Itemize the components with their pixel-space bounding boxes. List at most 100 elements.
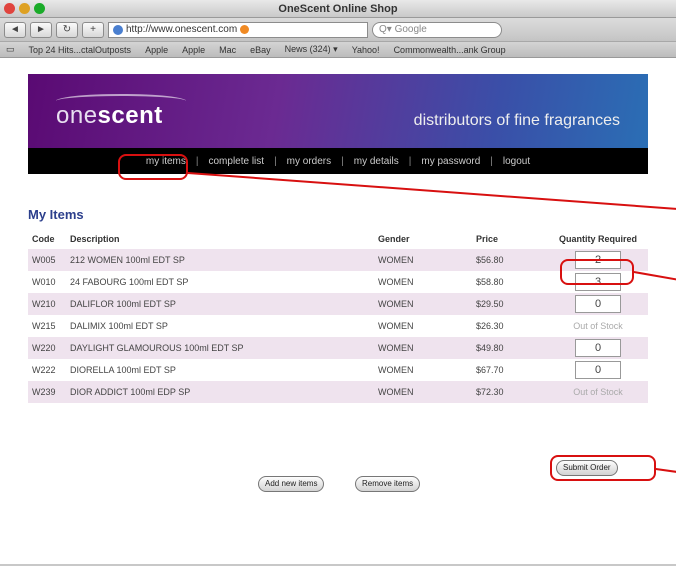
cell-gender: WOMEN — [378, 321, 414, 331]
table-row: W215 DALIMIX 100ml EDT SP WOMEN $26.30 O… — [28, 315, 648, 337]
column-header-code: Code — [32, 234, 55, 244]
page-content: onescent distributors of fine fragrances… — [0, 59, 676, 566]
cell-description: 24 FABOURG 100ml EDT SP — [70, 277, 189, 287]
quantity-input[interactable]: 3 — [575, 273, 621, 291]
bookmark-item[interactable]: Top 24 Hits...ctalOutposts — [29, 45, 132, 55]
cell-gender: WOMEN — [374, 381, 472, 403]
quantity-input[interactable]: 2 — [575, 251, 621, 269]
table-row: W005 212 WOMEN 100ml EDT SP WOMEN $56.80… — [28, 249, 648, 271]
cell-price: $67.70 — [476, 365, 504, 375]
close-button[interactable] — [4, 3, 15, 14]
out-of-stock-label: Out of Stock — [573, 321, 623, 331]
back-button[interactable]: ◄ — [4, 21, 26, 38]
cell-code: W239 — [28, 381, 66, 403]
cell-code: W215 — [32, 321, 56, 331]
quantity-input[interactable]: 0 — [575, 361, 621, 379]
cell-gender: WOMEN — [378, 277, 414, 287]
column-header-description: Description — [70, 234, 120, 244]
nav-separator: | — [408, 155, 412, 167]
browser-window: OneScent Online Shop ◄ ► ↻ + http://www.… — [0, 0, 676, 566]
logo-text-scent: scent — [97, 102, 163, 129]
cell-code: W222 — [32, 365, 56, 375]
site-logo[interactable]: onescent — [56, 102, 163, 130]
callout-line-nav — [187, 172, 676, 211]
cell-price: $29.50 — [472, 293, 544, 315]
table-row: W210 DALIFLOR 100ml EDT SP WOMEN $29.50 … — [28, 293, 648, 315]
reload-button[interactable]: ↻ — [56, 21, 78, 38]
forward-button[interactable]: ► — [30, 21, 52, 38]
nav-my-orders[interactable]: my orders — [287, 156, 331, 167]
bookmark-item[interactable]: Apple — [145, 45, 168, 55]
nav-separator: | — [490, 155, 493, 167]
rss-icon[interactable] — [240, 25, 250, 34]
cell-price: $58.80 — [476, 277, 504, 287]
bookmark-item[interactable]: Commonwealth...ank Group — [394, 45, 506, 55]
window-controls — [4, 3, 45, 14]
cell-price: $26.30 — [476, 321, 504, 331]
bookmarks-icon[interactable]: ▭ — [6, 44, 15, 55]
nav-separator: | — [341, 155, 344, 167]
cell-price: $49.80 — [472, 337, 544, 359]
cell-code: W010 — [32, 277, 56, 287]
remove-items-button[interactable]: Remove items — [355, 476, 421, 492]
nav-my-password[interactable]: my password — [421, 156, 480, 167]
bookmarks-bar: ▭ Top 24 Hits...ctalOutposts Apple Apple… — [0, 42, 676, 58]
quantity-input[interactable]: 0 — [575, 339, 621, 357]
main-nav: my items | complete list | my orders | m… — [28, 148, 648, 174]
search-field[interactable]: Q▾ Google — [372, 21, 502, 38]
cell-description: 212 WOMEN 100ml EDT SP — [66, 249, 374, 271]
cell-gender: WOMEN — [374, 337, 472, 359]
bookmark-item[interactable]: Mac — [219, 45, 236, 55]
page-title: My Items — [28, 207, 84, 222]
table-row: W222 DIORELLA 100ml EDT SP WOMEN $67.70 … — [28, 359, 648, 381]
globe-icon — [113, 24, 123, 35]
nav-separator: | — [274, 155, 277, 167]
search-placeholder: Google — [394, 23, 427, 35]
cell-description: DIOR ADDICT 100ml EDP SP — [66, 381, 374, 403]
quantity-input[interactable]: 0 — [575, 295, 621, 313]
add-bookmark-button[interactable]: + — [82, 21, 104, 38]
table-row: W010 24 FABOURG 100ml EDT SP WOMEN $58.8… — [28, 271, 648, 293]
nav-my-items[interactable]: my items — [146, 156, 186, 167]
cell-gender: WOMEN — [374, 249, 472, 271]
tagline: distributors of fine fragrances — [413, 112, 620, 129]
bookmark-item[interactable]: eBay — [250, 45, 271, 55]
cell-code: W210 — [28, 293, 66, 315]
table-row: W239 DIOR ADDICT 100ml EDP SP WOMEN $72.… — [28, 381, 648, 403]
callout-line-submit — [655, 468, 676, 475]
submit-order-button[interactable]: Submit Order — [556, 460, 618, 476]
cell-gender: WOMEN — [378, 365, 414, 375]
zoom-button[interactable] — [34, 3, 45, 14]
column-header-gender: Gender — [378, 234, 410, 244]
out-of-stock-label: Out of Stock — [573, 387, 623, 397]
table-row: W220 DAYLIGHT GLAMOUROUS 100ml EDT SP WO… — [28, 337, 648, 359]
window-title: OneScent Online Shop — [278, 3, 398, 15]
search-icon: Q▾ — [379, 23, 395, 35]
nav-complete-list[interactable]: complete list — [208, 156, 264, 167]
cell-price: $72.30 — [472, 381, 544, 403]
cell-code: W220 — [28, 337, 66, 359]
add-new-items-button[interactable]: Add new items — [258, 476, 325, 492]
cell-description: DALIFLOR 100ml EDT SP — [66, 293, 374, 315]
bookmark-item[interactable]: Apple — [182, 45, 205, 55]
nav-logout[interactable]: logout — [503, 156, 530, 167]
browser-toolbar: ◄ ► ↻ + http://www.onescent.com Q▾ Googl… — [0, 18, 676, 42]
title-bar: OneScent Online Shop — [0, 0, 676, 18]
cell-description: DAYLIGHT GLAMOUROUS 100ml EDT SP — [66, 337, 374, 359]
bookmark-item[interactable]: News (324) ▾ — [285, 44, 338, 55]
url-field[interactable]: http://www.onescent.com — [108, 21, 368, 38]
cell-description: DALIMIX 100ml EDT SP — [70, 321, 168, 331]
column-header-quantity: Quantity Required — [558, 234, 637, 244]
nav-my-details[interactable]: my details — [354, 156, 399, 167]
column-header-price: Price — [476, 234, 499, 244]
bookmark-item[interactable]: Yahoo! — [352, 45, 380, 55]
nav-separator: | — [195, 155, 199, 167]
cell-code: W005 — [28, 249, 66, 271]
logo-text-one: one — [56, 102, 98, 129]
cell-price: $56.80 — [472, 249, 544, 271]
cell-gender: WOMEN — [374, 293, 472, 315]
url-text: http://www.onescent.com — [126, 23, 238, 35]
minimize-button[interactable] — [19, 3, 30, 14]
items-table: Code Description Gender Price Quantity R… — [28, 229, 648, 403]
cell-description: DIORELLA 100ml EDT SP — [70, 365, 176, 375]
